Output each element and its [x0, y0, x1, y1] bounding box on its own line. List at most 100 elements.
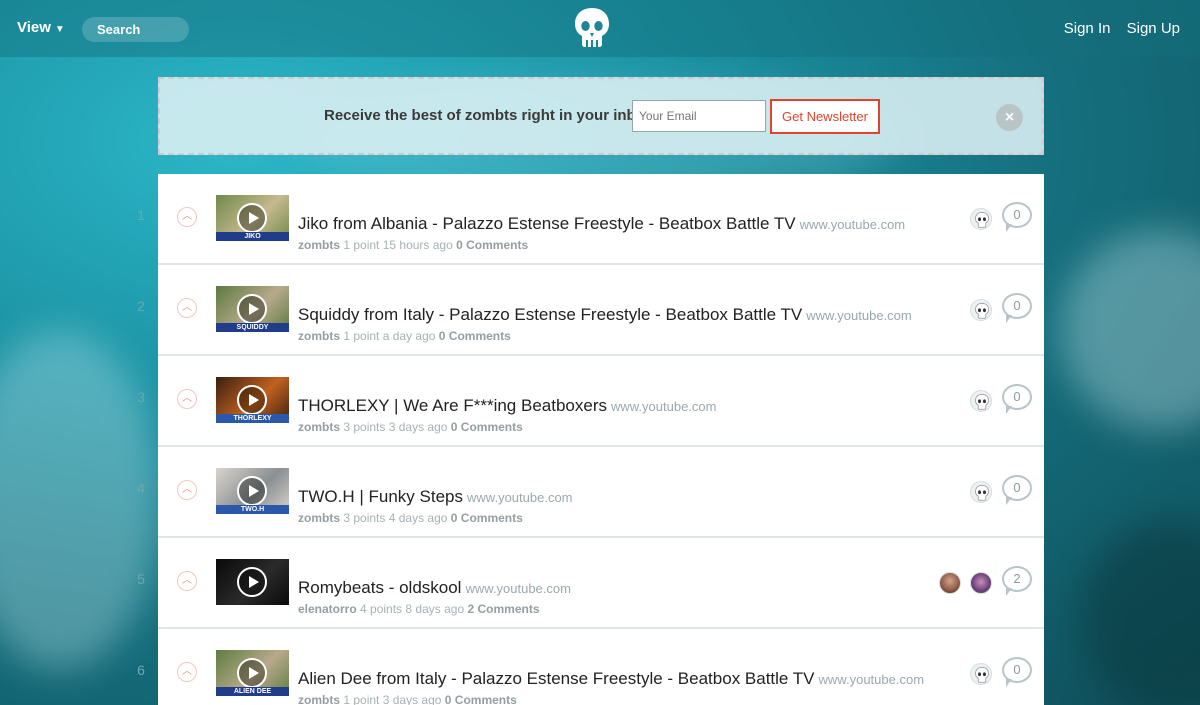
post-meta: zombts 3 points 4 days ago 0 Comments: [298, 511, 523, 525]
comment-bubble-icon[interactable]: 0: [1002, 202, 1032, 232]
auth-links: Sign In Sign Up: [1052, 20, 1180, 37]
comment-bubble-icon[interactable]: 2: [1002, 566, 1032, 596]
post-title-link[interactable]: Jiko from Albania - Palazzo Estense Free…: [298, 214, 905, 234]
skull-avatar-icon[interactable]: [970, 390, 992, 412]
play-icon: [237, 567, 267, 597]
get-newsletter-button[interactable]: Get Newsletter: [770, 99, 880, 134]
post-domain[interactable]: www.youtube.com: [465, 581, 571, 596]
video-thumbnail[interactable]: ALIEN DEE: [216, 650, 289, 696]
post-domain[interactable]: www.youtube.com: [800, 217, 906, 232]
post-list: ︿ JIKO Jiko from Albania - Palazzo Esten…: [158, 174, 1044, 705]
post-meta: zombts 1 point 3 days ago 0 Comments: [298, 693, 517, 705]
post-age: 3 days ago: [388, 420, 448, 434]
upvote-arrow-icon[interactable]: ︿: [177, 207, 197, 227]
comment-bubble-icon[interactable]: 0: [1002, 384, 1032, 414]
post-meta: zombts 3 points 3 days ago 0 Comments: [298, 420, 523, 434]
post-author[interactable]: zombts: [298, 511, 340, 525]
post-author[interactable]: zombts: [298, 693, 340, 705]
post-domain[interactable]: www.youtube.com: [467, 490, 573, 505]
play-icon: [237, 385, 267, 415]
skull-avatar-icon[interactable]: [970, 481, 992, 503]
upvote-arrow-icon[interactable]: ︿: [177, 298, 197, 318]
close-icon[interactable]: ×: [996, 104, 1023, 131]
post-title-link[interactable]: Alien Dee from Italy - Palazzo Estense F…: [298, 669, 924, 689]
list-item: ︿ THORLEXY THORLEXY | We Are F***ing Bea…: [158, 356, 1044, 447]
background-blur: [1060, 230, 1200, 430]
commenter-avatar[interactable]: [970, 572, 992, 594]
post-age: 15 hours ago: [382, 238, 453, 252]
skull-avatar-icon[interactable]: [970, 208, 992, 230]
video-thumbnail[interactable]: SQUIDDY: [216, 286, 289, 332]
sign-in-link[interactable]: Sign In: [1064, 20, 1111, 37]
post-meta: elenatorro 4 points 8 days ago 2 Comment…: [298, 602, 540, 616]
list-item: ︿ JIKO Jiko from Albania - Palazzo Esten…: [158, 174, 1044, 265]
post-domain[interactable]: www.youtube.com: [611, 399, 717, 414]
post-comments-link[interactable]: 0 Comments: [456, 238, 528, 252]
thumbnail-caption: JIKO: [216, 232, 289, 241]
post-title-link[interactable]: Romybeats - oldskool www.youtube.com: [298, 578, 571, 598]
post-age: 4 days ago: [388, 511, 448, 525]
post-title: Jiko from Albania - Palazzo Estense Free…: [298, 214, 796, 233]
thumbnail-caption: THORLEXY: [216, 414, 289, 423]
video-thumbnail[interactable]: THORLEXY: [216, 377, 289, 423]
post-points: 1 point: [343, 329, 380, 343]
background-blur: [0, 330, 160, 670]
view-menu-button[interactable]: View ▼: [17, 19, 65, 36]
thumbnail-caption: SQUIDDY: [216, 323, 289, 332]
post-comments-link[interactable]: 0 Comments: [451, 511, 523, 525]
post-author[interactable]: zombts: [298, 238, 340, 252]
post-title: TWO.H | Funky Steps: [298, 487, 464, 506]
post-title: Alien Dee from Italy - Palazzo Estense F…: [298, 669, 815, 688]
newsletter-banner: Receive the best of zombts right in your…: [158, 77, 1044, 155]
play-icon: [237, 476, 267, 506]
post-comments-link[interactable]: 0 Comments: [439, 329, 511, 343]
upvote-arrow-icon[interactable]: ︿: [177, 571, 197, 591]
post-title: THORLEXY | We Are F***ing Beatboxers: [298, 396, 607, 415]
newsletter-text: Receive the best of zombts right in your…: [324, 107, 658, 124]
comment-bubble-icon[interactable]: 0: [1002, 657, 1032, 687]
post-meta: zombts 1 point 15 hours ago 0 Comments: [298, 238, 528, 252]
post-title: Squiddy from Italy - Palazzo Estense Fre…: [298, 305, 803, 324]
post-title-link[interactable]: THORLEXY | We Are F***ing Beatboxers www.…: [298, 396, 716, 416]
post-author[interactable]: elenatorro: [298, 602, 357, 616]
upvote-arrow-icon[interactable]: ︿: [177, 480, 197, 500]
caret-down-icon: ▼: [54, 24, 65, 35]
list-item: ︿ ALIEN DEE Alien Dee from Italy - Palaz…: [158, 629, 1044, 705]
thumbnail-caption: TWO.H: [216, 505, 289, 514]
post-comments-link[interactable]: 0 Comments: [445, 693, 517, 705]
comment-bubble-icon[interactable]: 0: [1002, 475, 1032, 505]
upvote-arrow-icon[interactable]: ︿: [177, 389, 197, 409]
skull-avatar-icon[interactable]: [970, 663, 992, 685]
video-thumbnail[interactable]: [216, 559, 289, 605]
post-title-link[interactable]: TWO.H | Funky Steps www.youtube.com: [298, 487, 573, 507]
post-comments-link[interactable]: 0 Comments: [451, 420, 523, 434]
post-points: 3 points: [343, 511, 386, 525]
skull-avatar-icon[interactable]: [970, 299, 992, 321]
post-points: 1 point: [343, 238, 380, 252]
sign-up-link[interactable]: Sign Up: [1127, 20, 1180, 37]
video-thumbnail[interactable]: JIKO: [216, 195, 289, 241]
commenter-avatar[interactable]: [939, 572, 961, 594]
post-author[interactable]: zombts: [298, 329, 340, 343]
upvote-arrow-icon[interactable]: ︿: [177, 662, 197, 682]
post-rank: 1: [137, 207, 145, 223]
play-icon: [237, 203, 267, 233]
post-rank: 6: [137, 662, 145, 678]
comment-bubble-icon[interactable]: 0: [1002, 293, 1032, 323]
play-icon: [237, 658, 267, 688]
list-item: ︿ TWO.H TWO.H | Funky Steps www.youtube.c…: [158, 447, 1044, 538]
email-field[interactable]: [632, 100, 766, 132]
search-input[interactable]: [82, 17, 189, 42]
post-domain[interactable]: www.youtube.com: [819, 672, 925, 687]
post-age: 8 days ago: [405, 602, 465, 616]
view-label: View: [17, 19, 51, 36]
post-title-link[interactable]: Squiddy from Italy - Palazzo Estense Fre…: [298, 305, 912, 325]
post-author[interactable]: zombts: [298, 420, 340, 434]
skull-logo-icon[interactable]: [574, 7, 610, 49]
post-title: Romybeats - oldskool: [298, 578, 462, 597]
post-domain[interactable]: www.youtube.com: [806, 308, 912, 323]
video-thumbnail[interactable]: TWO.H: [216, 468, 289, 514]
post-meta: zombts 1 point a day ago 0 Comments: [298, 329, 511, 343]
post-rank: 2: [137, 298, 145, 314]
post-comments-link[interactable]: 2 Comments: [467, 602, 539, 616]
